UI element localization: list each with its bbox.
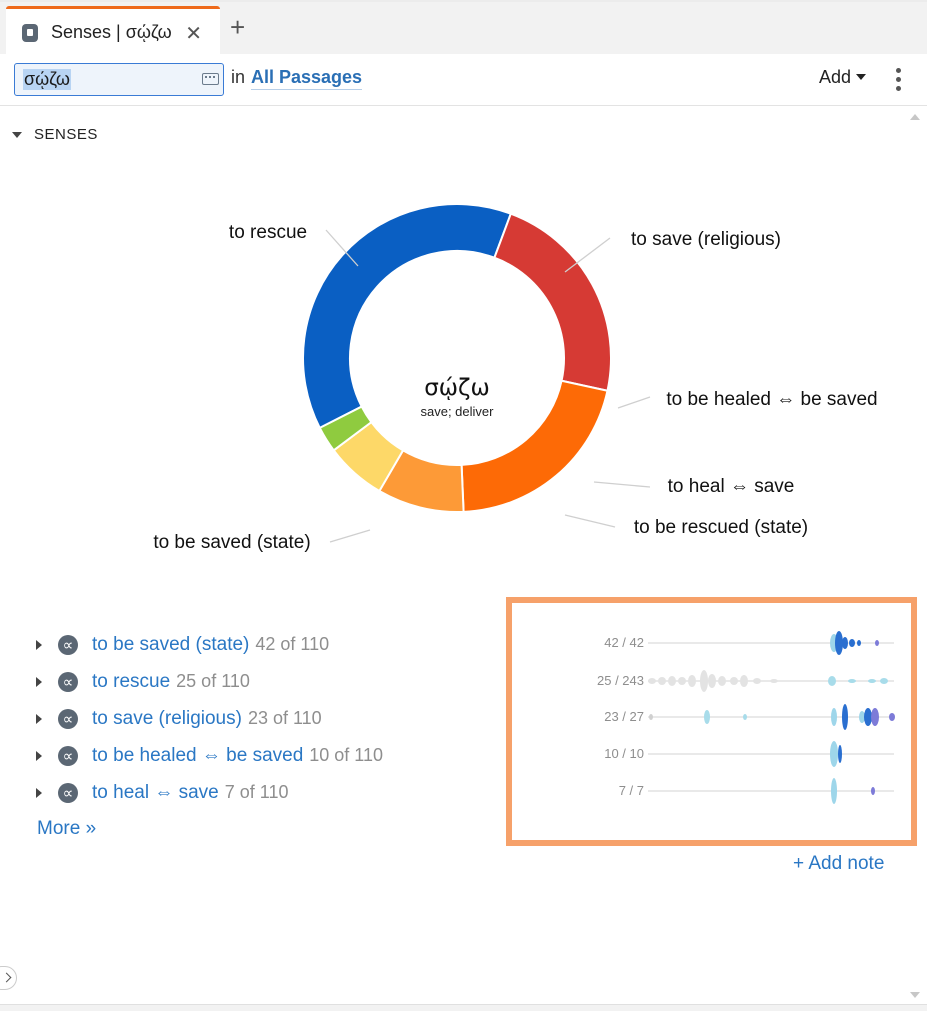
expand-icon[interactable] xyxy=(36,750,42,761)
senses-donut-chart: to be saved (state) to rescue to save (rel… xyxy=(153,203,878,553)
leader-line xyxy=(617,396,651,409)
slice-label[interactable]: to heal ⇔ save xyxy=(668,476,795,497)
tab-bar: Senses | σῴζω ✕ + xyxy=(0,0,927,56)
slice-label[interactable]: to be saved (state) xyxy=(153,532,310,553)
sense-icon: ∝ xyxy=(58,708,78,729)
center-gloss: save; deliver xyxy=(421,404,495,419)
sense-icon: ∝ xyxy=(58,634,78,655)
sense-count: 10 of 110 xyxy=(309,745,383,765)
slice-label[interactable]: to be healed ⇔ be saved xyxy=(666,389,877,410)
leader-line xyxy=(329,529,371,543)
slice-label[interactable]: to be rescued (state) xyxy=(634,517,808,538)
sense-link[interactable]: to be healed ⇔ be saved xyxy=(92,745,303,767)
bottom-edge xyxy=(0,1004,927,1011)
sense-icon: ∝ xyxy=(58,671,78,692)
distribution-ratio: 23 / 27 xyxy=(604,709,644,724)
sense-row[interactable]: ∝ to be saved (state) 42 of 110 xyxy=(36,626,383,663)
slice-label[interactable]: to save (religious) xyxy=(631,229,781,250)
distribution-ratio: 7 / 7 xyxy=(618,783,644,798)
search-value[interactable]: σῴζω xyxy=(23,69,71,90)
slice-label[interactable]: to rescue xyxy=(229,222,307,243)
sense-count: 23 of 110 xyxy=(247,708,322,728)
in-label: in xyxy=(231,67,246,87)
scope-link[interactable]: All Passages xyxy=(251,67,363,90)
expand-icon[interactable] xyxy=(36,713,42,724)
caret-down-icon xyxy=(856,74,867,80)
distribution-row: 10 / 10 xyxy=(512,744,912,764)
keyboard-icon[interactable] xyxy=(202,73,219,85)
sense-link[interactable]: to rescue xyxy=(92,671,170,693)
sense-icon: ∝ xyxy=(58,782,78,803)
distribution-row: 42 / 42 xyxy=(512,633,912,653)
leader-line xyxy=(564,514,616,528)
distribution-row: 25 / 243 xyxy=(512,671,912,691)
donut-slice[interactable] xyxy=(493,212,612,392)
sense-icon: ∝ xyxy=(58,745,78,766)
sense-row[interactable]: ∝ to rescue 25 of 110 xyxy=(36,663,383,700)
sense-row[interactable]: ∝ to save (religious) 23 of 110 xyxy=(36,700,383,737)
add-note-link[interactable]: + Add note xyxy=(793,853,884,875)
section-header-senses[interactable]: SENSES xyxy=(12,126,98,143)
leader-line xyxy=(593,481,651,488)
sense-link[interactable]: to heal ⇔ save xyxy=(92,782,219,804)
sense-count: 25 of 110 xyxy=(176,671,250,691)
tab-senses[interactable]: Senses | σῴζω ✕ xyxy=(6,6,220,56)
sense-list: ∝ to be saved (state) 42 of 110 ∝ to rescue 2… xyxy=(36,626,383,811)
search-input[interactable]: σῴζω xyxy=(14,63,224,96)
distribution-row: 7 / 7 xyxy=(512,781,912,801)
expand-panel-icon[interactable] xyxy=(0,966,17,990)
scroll-up-arrow[interactable] xyxy=(910,114,920,120)
distribution-ratio: 10 / 10 xyxy=(604,746,644,761)
distribution-row: 23 / 27 xyxy=(512,707,912,727)
add-label: Add xyxy=(819,67,852,87)
collapse-icon[interactable] xyxy=(12,131,22,138)
tab-title: Senses | σῴζω xyxy=(51,22,172,42)
center-word: σῴζω xyxy=(424,375,490,401)
section-title: SENSES xyxy=(34,126,98,143)
expand-icon[interactable] xyxy=(36,676,42,687)
more-options-icon[interactable] xyxy=(896,68,902,95)
document-icon xyxy=(22,23,38,42)
scroll-down-arrow[interactable] xyxy=(910,992,920,998)
expand-icon[interactable] xyxy=(36,787,42,798)
plus-icon[interactable]: + xyxy=(230,13,245,41)
add-button[interactable]: Add xyxy=(819,67,867,88)
more-link[interactable]: More » xyxy=(37,818,96,840)
sense-link[interactable]: to save (religious) xyxy=(92,708,242,730)
sense-link[interactable]: to be saved (state) xyxy=(92,634,249,656)
distribution-ratio: 25 / 243 xyxy=(597,673,644,688)
distribution-panel: 42 / 42 25 / 243 23 / 27 10 / 10 7 / 7 xyxy=(506,597,917,846)
toolbar: σῴζω in All Passages Add xyxy=(0,54,927,106)
sense-count: 42 of 110 xyxy=(255,634,330,654)
expand-icon[interactable] xyxy=(36,639,42,650)
sense-row[interactable]: ∝ to be healed ⇔ be saved 10 of 110 xyxy=(36,737,383,774)
sense-row[interactable]: ∝ to heal ⇔ save 7 of 110 xyxy=(36,774,383,811)
sense-count: 7 of 110 xyxy=(224,782,289,802)
distribution-ratio: 42 / 42 xyxy=(604,635,644,650)
close-icon[interactable]: ✕ xyxy=(185,21,202,46)
